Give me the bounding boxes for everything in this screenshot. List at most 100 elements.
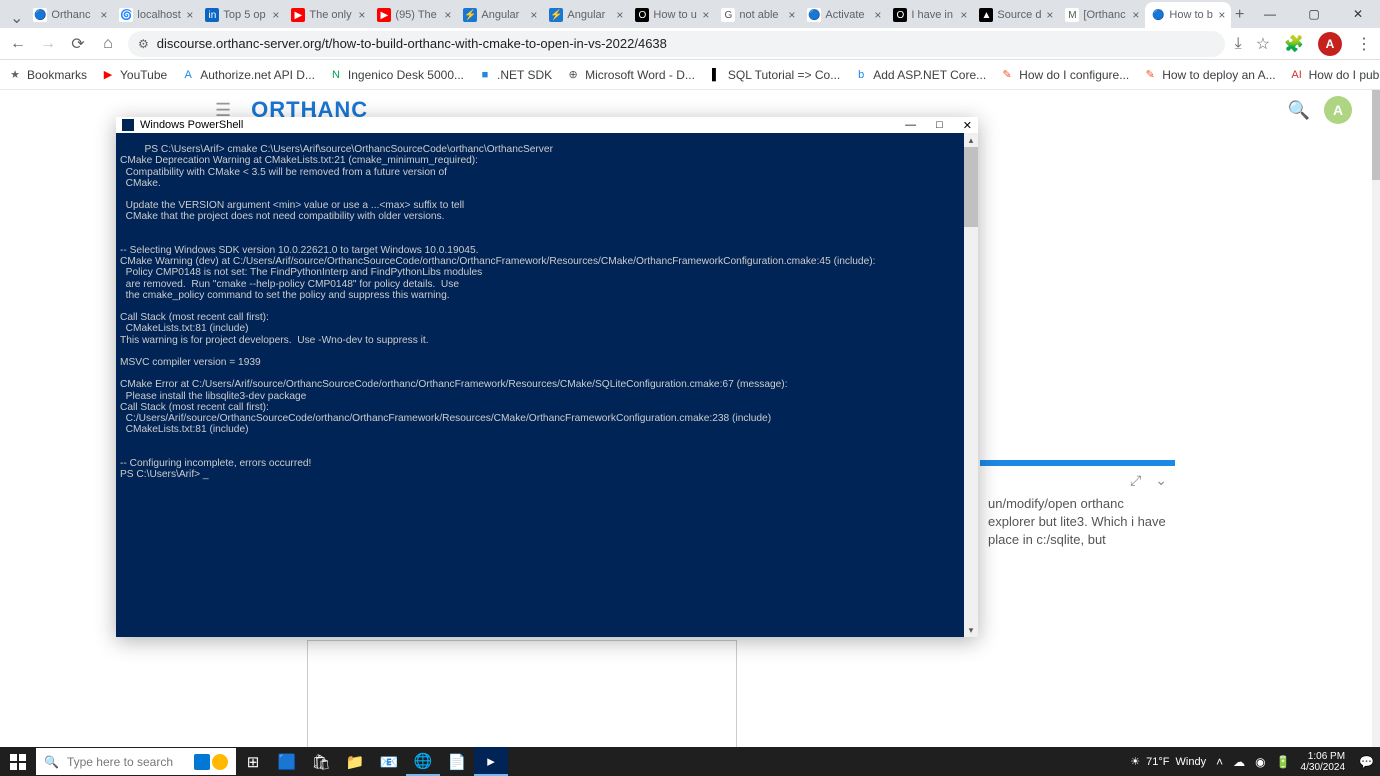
bookmark-item[interactable]: ■.NET SDK: [478, 68, 552, 82]
scroll-down-arrow[interactable]: ▾: [964, 623, 978, 637]
bookmark-favicon: ★: [8, 68, 22, 82]
bookmark-item[interactable]: ▶YouTube: [101, 68, 167, 82]
user-avatar[interactable]: A: [1324, 96, 1352, 124]
tab-label: How to u: [653, 9, 698, 21]
tray-onedrive-icon[interactable]: ☁: [1233, 755, 1245, 769]
taskbar-chrome[interactable]: 🌐: [406, 747, 440, 776]
tray-battery-icon[interactable]: 🔋: [1276, 755, 1291, 769]
tab-close-icon[interactable]: ×: [186, 8, 193, 22]
browser-tab[interactable]: 🔵Orthanc×: [27, 2, 113, 28]
taskbar-explorer[interactable]: 📁: [338, 747, 372, 776]
editor-textarea[interactable]: [307, 640, 737, 747]
ps-maximize[interactable]: □: [936, 119, 943, 132]
browser-tab[interactable]: ▲Source d×: [973, 2, 1059, 28]
back-button[interactable]: ←: [8, 35, 28, 53]
bookmark-label: How to deploy an A...: [1162, 68, 1275, 82]
tab-close-icon[interactable]: ×: [444, 8, 451, 22]
page-scrollbar[interactable]: [1372, 90, 1380, 747]
tab-close-icon[interactable]: ×: [1218, 8, 1225, 22]
bookmark-item[interactable]: AAuthorize.net API D...: [181, 68, 315, 82]
browser-tab[interactable]: ▶(95) The×: [371, 2, 457, 28]
tab-close-icon[interactable]: ×: [272, 8, 279, 22]
tab-close-icon[interactable]: ×: [788, 8, 795, 22]
browser-tab[interactable]: ⚡Angular×: [457, 2, 543, 28]
ps-scrollbar[interactable]: ▴ ▾: [964, 133, 978, 637]
tab-close-icon[interactable]: ×: [1132, 8, 1139, 22]
powershell-terminal[interactable]: PS C:\Users\Arif> cmake C:\Users\Arif\so…: [116, 133, 978, 637]
start-button[interactable]: [0, 747, 36, 776]
tab-search-dropdown[interactable]: ⌄: [10, 8, 23, 28]
bookmark-favicon: N: [329, 68, 343, 82]
bookmark-item[interactable]: bAdd ASP.NET Core...: [854, 68, 986, 82]
browser-tab[interactable]: OI have in×: [887, 2, 973, 28]
bookmark-item[interactable]: NIngenico Desk 5000...: [329, 68, 464, 82]
taskbar-store[interactable]: 🛍: [304, 747, 338, 776]
browser-tab[interactable]: ⚡Angular×: [543, 2, 629, 28]
tab-close-icon[interactable]: ×: [358, 8, 365, 22]
bookmark-item[interactable]: AIHow do I publish a ...: [1290, 68, 1380, 82]
taskbar-outlook[interactable]: 📧: [372, 747, 406, 776]
taskbar-search[interactable]: 🔍 Type here to search: [36, 748, 236, 775]
notification-icon[interactable]: 💬: [1359, 755, 1374, 769]
forward-button[interactable]: →: [38, 35, 58, 53]
browser-toolbar: ← → ⟳ ⌂ ⚙ discourse.orthanc-server.org/t…: [0, 28, 1380, 60]
bookmark-favicon: ■: [478, 68, 492, 82]
tab-close-icon[interactable]: ×: [960, 8, 967, 22]
tab-close-icon[interactable]: ×: [1046, 8, 1053, 22]
tab-close-icon[interactable]: ×: [616, 8, 623, 22]
window-close[interactable]: ✕: [1336, 0, 1380, 28]
bookmark-label: Authorize.net API D...: [200, 68, 315, 82]
bookmark-label: How do I configure...: [1019, 68, 1129, 82]
bookmark-item[interactable]: ▌SQL Tutorial => Co...: [709, 68, 840, 82]
site-info-icon[interactable]: ⚙: [138, 37, 149, 51]
taskbar-powershell[interactable]: ▸: [474, 747, 508, 776]
browser-tab[interactable]: OHow to u×: [629, 2, 715, 28]
task-view-button[interactable]: ⊞: [236, 747, 270, 776]
tab-close-icon[interactable]: ×: [100, 8, 107, 22]
new-tab-button[interactable]: +: [1231, 2, 1248, 28]
address-bar[interactable]: ⚙ discourse.orthanc-server.org/t/how-to-…: [128, 31, 1225, 57]
bookmark-label: Add ASP.NET Core...: [873, 68, 986, 82]
bookmark-item[interactable]: ✎How to deploy an A...: [1143, 68, 1275, 82]
bookmark-item[interactable]: ★Bookmarks: [8, 68, 87, 82]
scroll-up-arrow[interactable]: ▴: [964, 133, 978, 147]
chrome-profile-avatar[interactable]: A: [1318, 32, 1342, 56]
bookmark-item[interactable]: ✎How do I configure...: [1000, 68, 1129, 82]
reload-button[interactable]: ⟳: [68, 34, 88, 54]
extensions-icon[interactable]: 🧩: [1284, 34, 1304, 54]
tab-close-icon[interactable]: ×: [874, 8, 881, 22]
scroll-thumb[interactable]: [964, 147, 978, 227]
taskbar-edge[interactable]: 🟦: [270, 747, 304, 776]
browser-tab[interactable]: 🔵How to b×: [1145, 2, 1231, 28]
bookmark-star-icon[interactable]: ☆: [1256, 34, 1270, 54]
window-maximize[interactable]: ▢: [1292, 0, 1336, 28]
powershell-titlebar[interactable]: Windows PowerShell — □ ✕: [116, 117, 978, 133]
bookmark-label: Microsoft Word - D...: [585, 68, 695, 82]
bookmark-item[interactable]: ⊕Microsoft Word - D...: [566, 68, 695, 82]
taskbar-notepad[interactable]: 📄: [440, 747, 474, 776]
weather-widget[interactable]: ☀ 71°F Windy: [1130, 755, 1206, 768]
browser-tab[interactable]: Gnot able×: [715, 2, 801, 28]
tab-favicon: 🔵: [807, 8, 821, 22]
browser-tab[interactable]: ▶The only×: [285, 2, 371, 28]
tab-favicon: M: [1065, 8, 1079, 22]
browser-tab[interactable]: 🔵Activate×: [801, 2, 887, 28]
browser-tab[interactable]: M[Orthanc×: [1059, 2, 1145, 28]
install-app-icon[interactable]: ⤓: [1235, 35, 1242, 53]
browser-tab[interactable]: inTop 5 op×: [199, 2, 285, 28]
tab-label: Top 5 op: [223, 9, 268, 21]
chrome-menu-icon[interactable]: ⋮: [1356, 34, 1372, 54]
browser-tab[interactable]: 🌀localhost×: [113, 2, 199, 28]
tray-meet-icon[interactable]: ◉: [1255, 755, 1265, 769]
tab-close-icon[interactable]: ×: [530, 8, 537, 22]
search-icon[interactable]: 🔍: [1288, 100, 1310, 121]
ps-minimize[interactable]: —: [905, 119, 916, 132]
chevron-down-icon[interactable]: ⌄: [1155, 472, 1167, 489]
taskbar-clock[interactable]: 1:06 PM 4/30/2024: [1301, 751, 1350, 773]
ps-close[interactable]: ✕: [963, 119, 972, 132]
home-button[interactable]: ⌂: [98, 35, 118, 53]
expand-icon[interactable]: ⤢: [1130, 472, 1141, 489]
tray-chevron[interactable]: ˄: [1216, 755, 1223, 769]
window-minimize[interactable]: —: [1248, 0, 1292, 28]
tab-close-icon[interactable]: ×: [702, 8, 709, 22]
